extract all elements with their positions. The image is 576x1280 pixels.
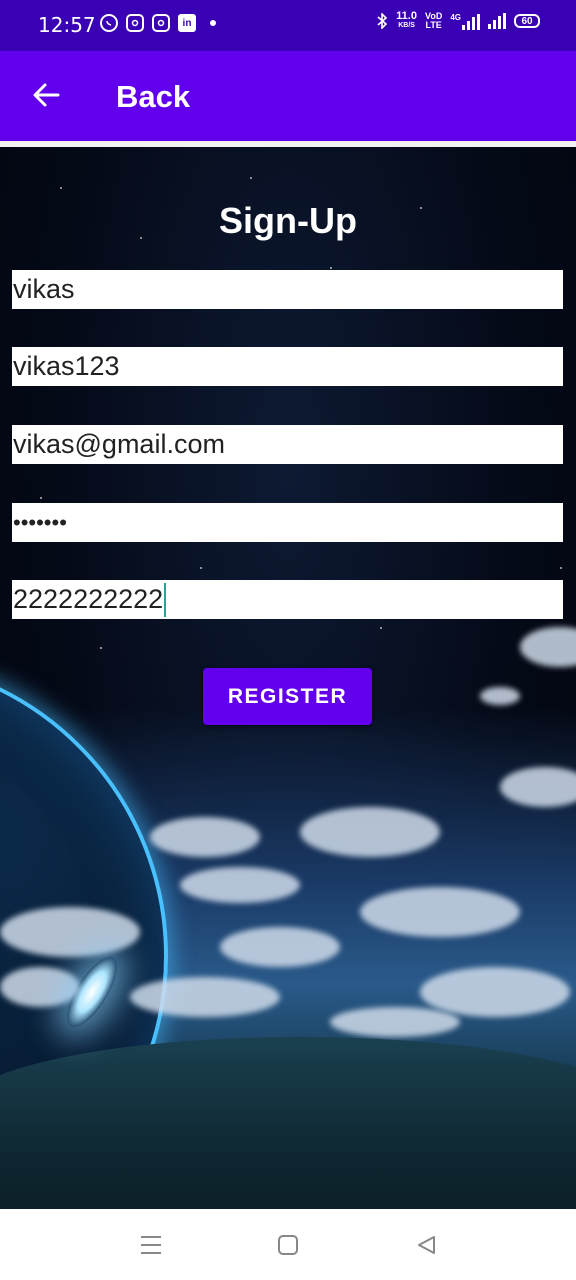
whatsapp-icon [100, 14, 118, 32]
navigation-bar [0, 1209, 576, 1280]
back-icon[interactable] [412, 1231, 440, 1259]
instagram-icon [152, 14, 170, 32]
app-bar: Back [0, 51, 576, 141]
signal-4g-icon: 4G [450, 13, 480, 30]
text-cursor [164, 582, 167, 617]
net-speed: 11.0 KB/S [396, 10, 417, 30]
menu-icon[interactable] [137, 1231, 165, 1259]
register-button[interactable]: REGISTER [203, 668, 372, 725]
back-arrow-icon[interactable] [30, 79, 62, 111]
status-right: 11.0 KB/S VoD LTE 4G 60 [376, 10, 540, 30]
name-field[interactable]: vikas [12, 270, 563, 309]
status-bar: 12:57 in 11.0 KB/S VoD LTE 4G 60 [0, 0, 576, 51]
email-field[interactable]: vikas@gmail.com [12, 425, 563, 464]
app-bar-title[interactable]: Back [116, 79, 190, 115]
username-field[interactable]: vikas123 [12, 347, 563, 386]
signal-icon [488, 13, 506, 29]
home-icon[interactable] [274, 1231, 302, 1259]
more-notifications-icon [210, 20, 216, 26]
hill [0, 1037, 576, 1209]
password-field[interactable]: ••••••• [12, 503, 563, 542]
bluetooth-icon [377, 13, 388, 29]
notification-icons: in [100, 14, 216, 32]
instagram-icon [126, 14, 144, 32]
form-title: Sign-Up [219, 200, 357, 241]
volte-indicator: VoD LTE [424, 11, 443, 30]
phone-field[interactable]: 2222222222 [12, 580, 563, 619]
linkedin-icon: in [178, 14, 196, 32]
status-time: 12:57 [38, 13, 96, 37]
battery-icon: 60 [514, 14, 540, 28]
